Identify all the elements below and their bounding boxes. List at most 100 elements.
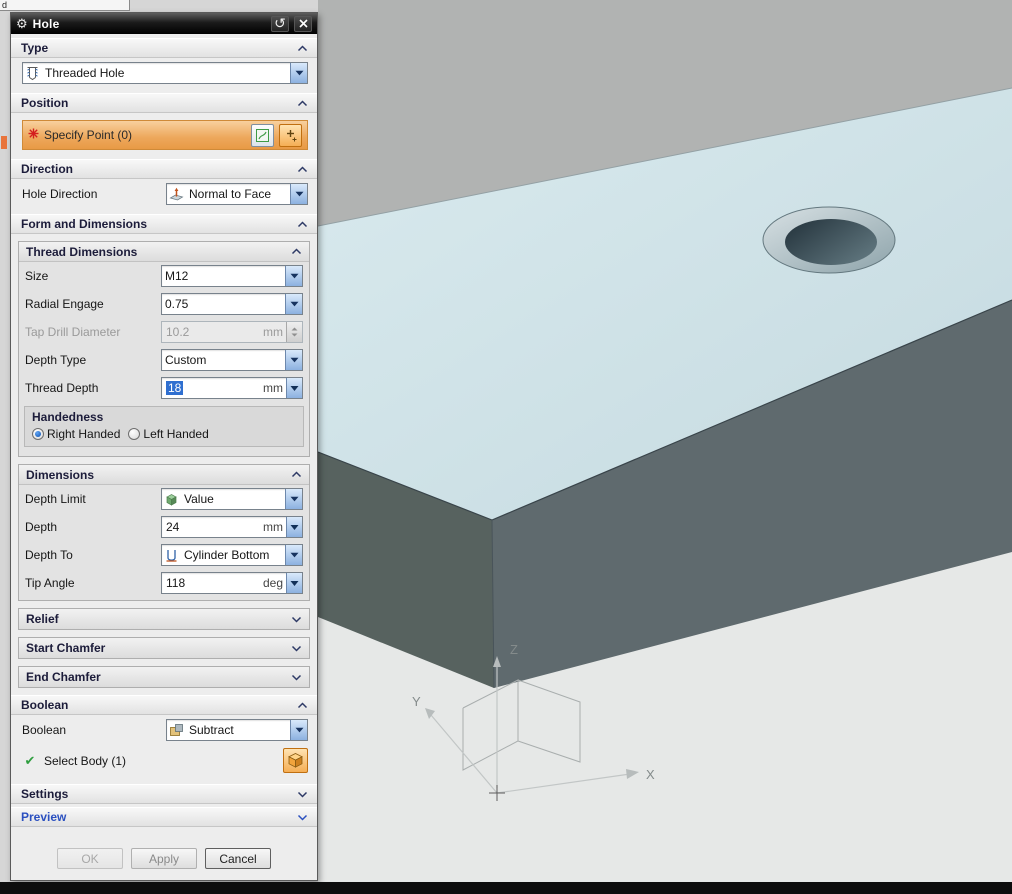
tip-angle-field[interactable]: 118 deg: [161, 572, 303, 594]
hole-direction-value: Normal to Face: [189, 187, 272, 201]
dropdown-arrow-icon[interactable]: [290, 720, 307, 740]
relief-header[interactable]: Relief: [19, 609, 309, 629]
thread-dimensions-header[interactable]: Thread Dimensions: [19, 242, 309, 262]
specify-point-row[interactable]: Specify Point (0): [22, 120, 308, 150]
hole-direction-combo[interactable]: Normal to Face: [166, 183, 308, 205]
dimensions-header[interactable]: Dimensions: [19, 465, 309, 485]
z-axis-label: Z: [510, 642, 518, 657]
chevron-up-icon[interactable]: [297, 220, 308, 228]
dropdown-arrow-icon[interactable]: [285, 545, 302, 565]
dialog-titlebar[interactable]: ⚙ Hole ↺: [11, 13, 317, 34]
depth-type-label: Depth Type: [25, 353, 87, 367]
chevron-up-icon[interactable]: [297, 44, 308, 52]
point-dialog-icon: [287, 129, 297, 141]
size-combo[interactable]: M12: [161, 265, 303, 287]
chevron-up-icon[interactable]: [291, 471, 302, 478]
value-options-button[interactable]: [286, 573, 302, 593]
dropdown-arrow-icon[interactable]: [285, 350, 302, 370]
cube-icon: [288, 753, 303, 768]
chevron-down-icon[interactable]: [291, 674, 302, 681]
depth-limit-combo[interactable]: Value: [161, 488, 303, 510]
start-chamfer-group: Start Chamfer: [18, 637, 310, 659]
depth-value[interactable]: 24: [162, 520, 263, 534]
depth-type-value: Custom: [165, 353, 207, 367]
hole-direction-label: Hole Direction: [22, 187, 98, 201]
group-title: Relief: [26, 612, 59, 626]
sketch-section-button[interactable]: [251, 123, 274, 147]
right-handed-radio[interactable]: Right Handed: [32, 427, 120, 441]
value-options-button[interactable]: [286, 378, 302, 398]
section-title: Type: [21, 41, 49, 55]
dialog-title: Hole: [32, 16, 60, 31]
chevron-down-icon[interactable]: [297, 814, 308, 821]
boolean-combo[interactable]: Subtract: [166, 719, 308, 741]
dropdown-arrow-icon[interactable]: [290, 63, 307, 83]
background-window-fragment: d: [0, 0, 130, 11]
section-type-header[interactable]: Type: [11, 38, 317, 58]
section-position-header[interactable]: Position: [11, 93, 317, 113]
cancel-button[interactable]: Cancel: [205, 848, 271, 869]
chevron-up-icon[interactable]: [297, 701, 308, 709]
radio-selected-icon: [32, 428, 44, 440]
select-body-button[interactable]: [283, 748, 308, 773]
radial-engage-combo[interactable]: 0.75: [161, 293, 303, 315]
check-icon: ✔: [24, 752, 36, 768]
section-title: Preview: [21, 810, 67, 824]
chevron-up-icon[interactable]: [297, 99, 308, 107]
depth-type-row: Depth Type Custom: [19, 346, 309, 374]
dropdown-arrow-icon[interactable]: [285, 294, 302, 314]
y-axis-label: Y: [412, 694, 421, 709]
tip-angle-value[interactable]: 118: [162, 576, 263, 590]
depth-type-combo[interactable]: Custom: [161, 349, 303, 371]
chevron-down-icon[interactable]: [291, 616, 302, 623]
start-chamfer-header[interactable]: Start Chamfer: [19, 638, 309, 658]
thread-depth-value[interactable]: 18: [166, 381, 184, 395]
selection-marker: [1, 136, 7, 149]
relief-group: Relief: [18, 608, 310, 630]
section-boolean-header[interactable]: Boolean: [11, 695, 317, 715]
select-body-label: Select Body (1): [44, 753, 127, 768]
normal-to-face-icon: [167, 187, 186, 202]
hole-type-combo[interactable]: Threaded Hole: [22, 62, 308, 84]
depth-to-combo[interactable]: Cylinder Bottom: [161, 544, 303, 566]
section-direction-header[interactable]: Direction: [11, 159, 317, 179]
dropdown-arrow-icon[interactable]: [285, 489, 302, 509]
hole-dialog: ⚙ Hole ↺ Type Threaded Hole Position Spe…: [10, 12, 318, 881]
ok-button[interactable]: OK: [57, 848, 123, 869]
dropdown-arrow-icon[interactable]: [285, 266, 302, 286]
hole-bore[interactable]: [785, 219, 877, 265]
section-title: Direction: [21, 162, 74, 176]
right-handed-label: Right Handed: [47, 427, 121, 441]
threaded-hole-icon: [23, 66, 42, 81]
radial-engage-value: 0.75: [165, 297, 189, 311]
end-chamfer-header[interactable]: End Chamfer: [19, 667, 309, 687]
value-options-button[interactable]: [286, 517, 302, 537]
application-window: d Z X Y ⚙ Hole ↺ Type Threaded Hole Posi…: [0, 0, 1012, 894]
chevron-down-icon[interactable]: [291, 645, 302, 652]
section-form-header[interactable]: Form and Dimensions: [11, 214, 317, 234]
chevron-up-icon[interactable]: [291, 248, 302, 255]
reset-button[interactable]: ↺: [271, 15, 289, 32]
close-icon: [298, 19, 308, 28]
depth-to-value: Cylinder Bottom: [184, 548, 270, 562]
handedness-options: Right Handed Left Handed: [25, 424, 303, 446]
section-preview-header[interactable]: Preview: [11, 807, 317, 827]
point-dialog-button[interactable]: [279, 123, 302, 147]
depth-field[interactable]: 24 mm: [161, 516, 303, 538]
left-handed-radio[interactable]: Left Handed: [128, 427, 209, 441]
required-asterisk-icon: [28, 128, 39, 142]
chevron-up-icon[interactable]: [297, 165, 308, 173]
section-title: Boolean: [21, 698, 69, 712]
select-body-row: ✔ Select Body (1): [11, 743, 317, 777]
section-settings-header[interactable]: Settings: [11, 784, 317, 804]
graphics-viewport[interactable]: Z X Y: [318, 0, 1012, 882]
size-label: Size: [25, 269, 49, 283]
thread-depth-field[interactable]: 18 mm: [161, 377, 303, 399]
close-button[interactable]: [294, 15, 312, 32]
dropdown-arrow-icon[interactable]: [290, 184, 307, 204]
tap-drill-unit: mm: [263, 325, 283, 339]
chevron-down-icon[interactable]: [297, 791, 308, 798]
dialog-buttons: OK Apply Cancel: [11, 839, 317, 876]
group-title: Start Chamfer: [26, 641, 106, 655]
apply-button[interactable]: Apply: [131, 848, 197, 869]
